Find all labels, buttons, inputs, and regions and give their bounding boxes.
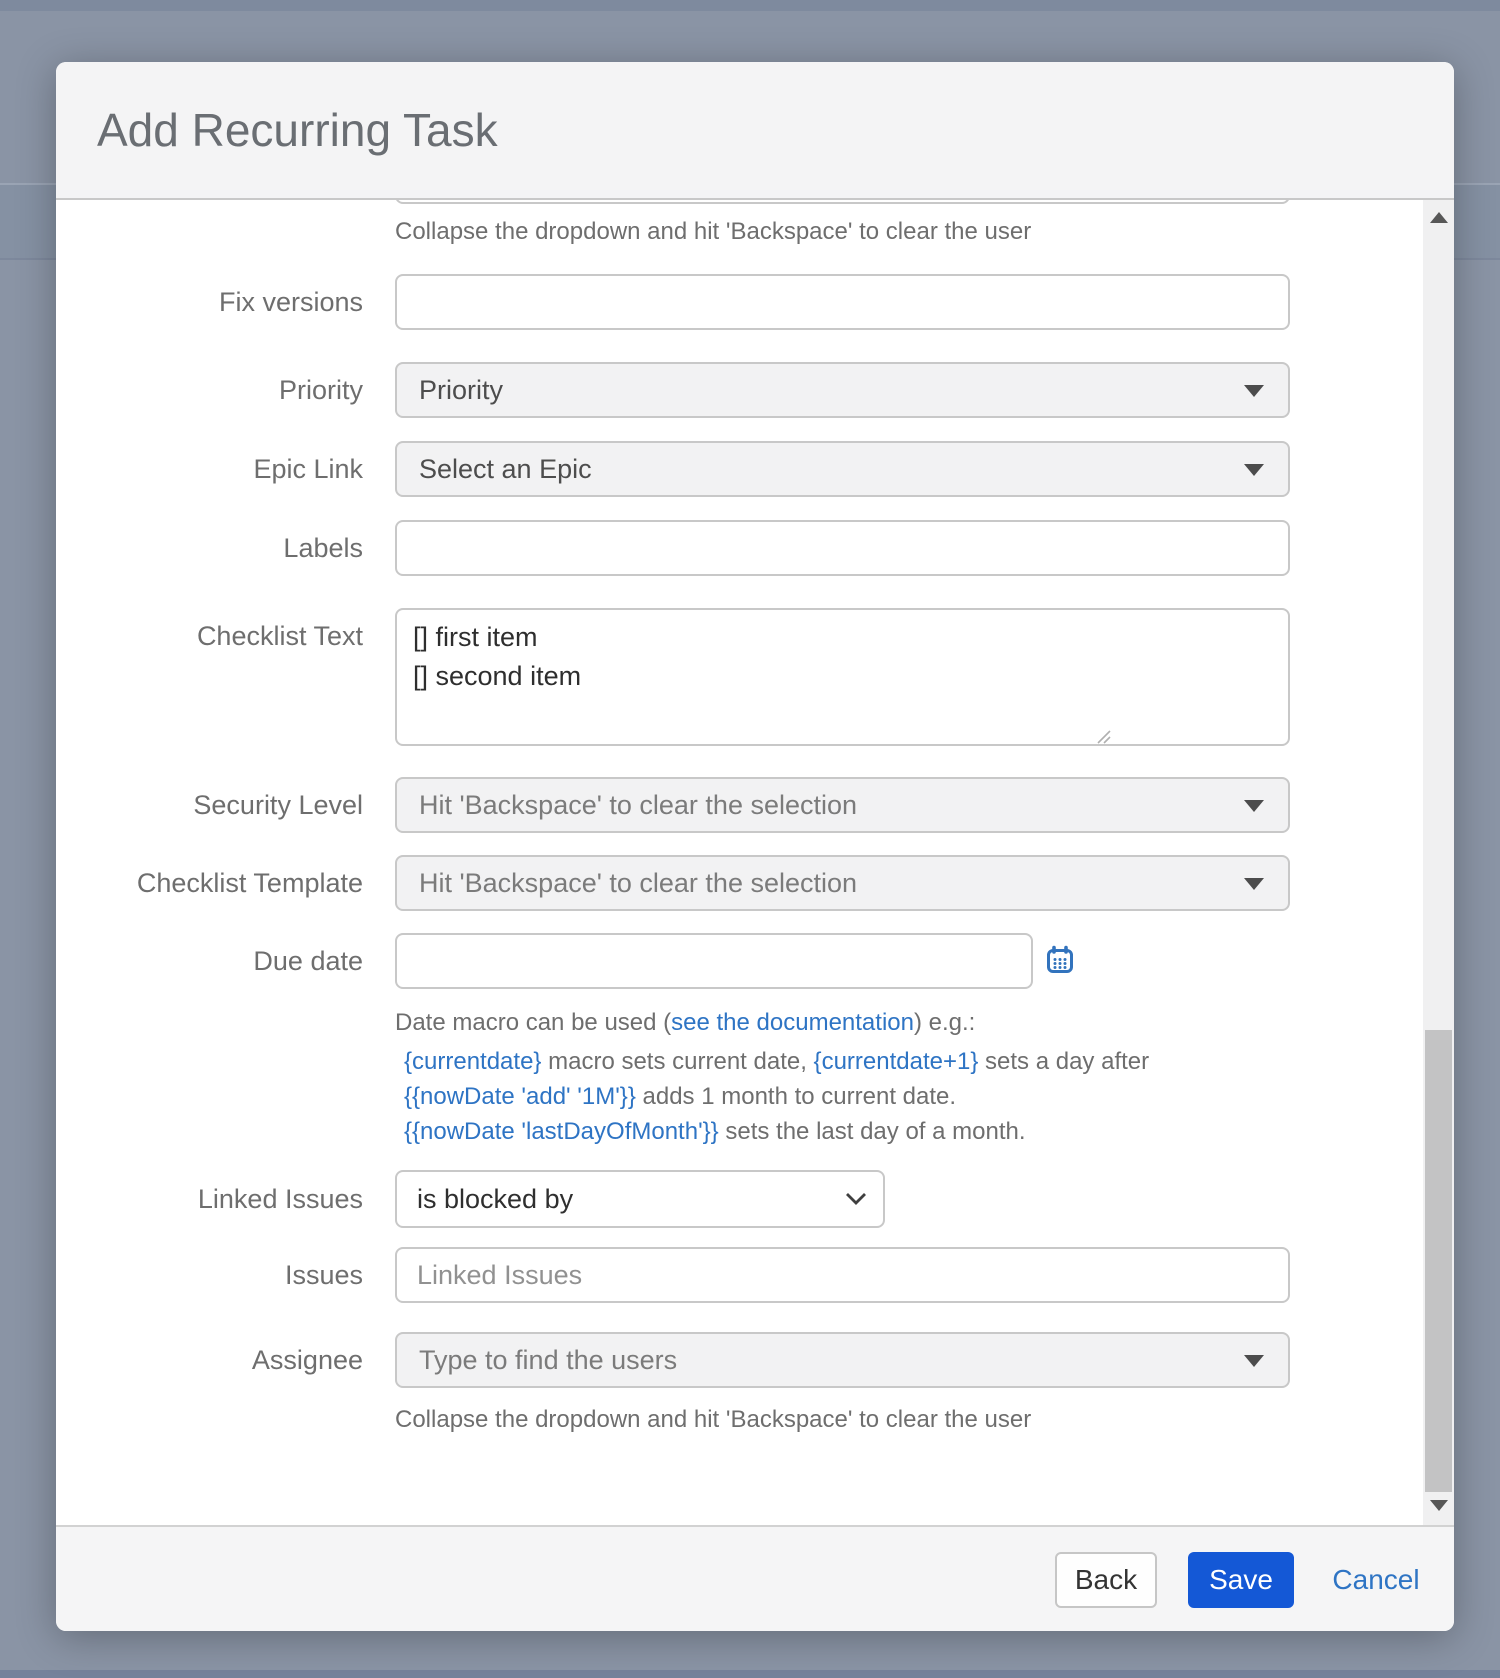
assignee-label: Assignee [56,1344,363,1376]
epic-link-value: Select an Epic [419,454,592,485]
scrollbar-thumb[interactable] [1425,1030,1452,1492]
issues-input[interactable] [395,1247,1290,1303]
user-field-clipped[interactable] [395,200,1290,204]
cancel-link[interactable]: Cancel [1314,1552,1438,1608]
priority-dropdown[interactable]: Priority [395,362,1290,418]
vertical-scrollbar[interactable] [1423,200,1454,1525]
epic-link-dropdown[interactable]: Select an Epic [395,441,1290,497]
background-bottom-band [0,1670,1500,1678]
checklist-template-value: Hit 'Backspace' to clear the selection [419,868,857,899]
nowdate-add-macro: {{nowDate 'add' '1M'}} [404,1083,636,1110]
security-level-label: Security Level [56,789,363,821]
back-button[interactable]: Back [1055,1552,1157,1608]
chevron-down-icon [1244,464,1264,476]
issues-input-field[interactable] [397,1249,1288,1301]
labels-input[interactable] [395,520,1290,576]
scrollbar-down-arrow-icon[interactable] [1430,1500,1448,1511]
fix-versions-input-field[interactable] [397,276,1288,328]
date-macro-example-3: {{nowDate 'lastDayOfMonth'}} sets the la… [404,1116,1026,1147]
background-top-band [0,0,1500,11]
macro3-text: sets the last day of a month. [719,1118,1026,1145]
help-intro-prefix: Date macro can be used ( [395,1009,671,1036]
chevron-down-icon [845,1192,867,1206]
checklist-text-label: Checklist Text [56,620,363,652]
due-date-input[interactable] [395,933,1033,989]
security-level-value: Hit 'Backspace' to clear the selection [419,790,857,821]
user-clear-help-text: Collapse the dropdown and hit 'Backspace… [395,216,1031,248]
page-background: Add Recurring Task Collapse the dropdown… [0,0,1500,1678]
checklist-template-dropdown[interactable]: Hit 'Backspace' to clear the selection [395,855,1290,911]
chevron-down-icon [1244,800,1264,812]
priority-label: Priority [56,374,363,406]
checklist-template-label: Checklist Template [56,867,363,899]
checklist-text-textarea[interactable]: [] first item [] second item [395,608,1290,746]
save-button[interactable]: Save [1188,1552,1294,1608]
fix-versions-label: Fix versions [56,286,363,318]
macro1b-text: sets a day after [978,1048,1149,1075]
macro2-text: adds 1 month to current date. [636,1083,956,1110]
dialog-title: Add Recurring Task [56,103,498,157]
chevron-down-icon [1244,878,1264,890]
assignee-dropdown[interactable]: Type to find the users [395,1332,1290,1388]
dialog-scroll-content: Collapse the dropdown and hit 'Backspace… [56,200,1454,1525]
currentdate-plus1-macro: {currentdate+1} [814,1048,979,1075]
currentdate-macro: {currentdate} [404,1048,541,1075]
priority-value: Priority [419,375,503,406]
chevron-down-icon [1244,1355,1264,1367]
issues-label: Issues [56,1259,363,1291]
dialog-footer: Back Save Cancel [56,1525,1454,1631]
due-date-label: Due date [56,945,363,977]
labels-label: Labels [56,532,363,564]
date-macro-example-1: {currentdate} macro sets current date, {… [404,1046,1149,1077]
security-level-dropdown[interactable]: Hit 'Backspace' to clear the selection [395,777,1290,833]
assignee-clear-help-text: Collapse the dropdown and hit 'Backspace… [395,1404,1031,1436]
chevron-down-icon [1244,385,1264,397]
macro1-text: macro sets current date, [541,1048,813,1075]
nowdate-lastday-macro: {{nowDate 'lastDayOfMonth'}} [404,1118,719,1145]
calendar-icon[interactable] [1044,944,1076,976]
due-date-input-field[interactable] [397,935,1031,987]
linked-issues-label: Linked Issues [56,1183,363,1215]
linked-issues-select[interactable]: is blocked by [395,1170,885,1228]
date-macro-example-2: {{nowDate 'add' '1M'}} adds 1 month to c… [404,1081,956,1112]
see-the-documentation-link[interactable]: see the documentation [671,1009,914,1036]
add-recurring-task-dialog: Add Recurring Task Collapse the dropdown… [56,62,1454,1631]
scrollbar-up-arrow-icon[interactable] [1430,212,1448,223]
linked-issues-selected-value: is blocked by [417,1184,573,1215]
dialog-header: Add Recurring Task [56,62,1454,200]
help-intro-suffix: ) e.g.: [914,1009,975,1036]
assignee-value: Type to find the users [419,1345,677,1376]
labels-input-field[interactable] [397,522,1288,574]
fix-versions-input[interactable] [395,274,1290,330]
epic-link-label: Epic Link [56,453,363,485]
date-macro-help-intro: Date macro can be used (see the document… [395,1007,975,1038]
